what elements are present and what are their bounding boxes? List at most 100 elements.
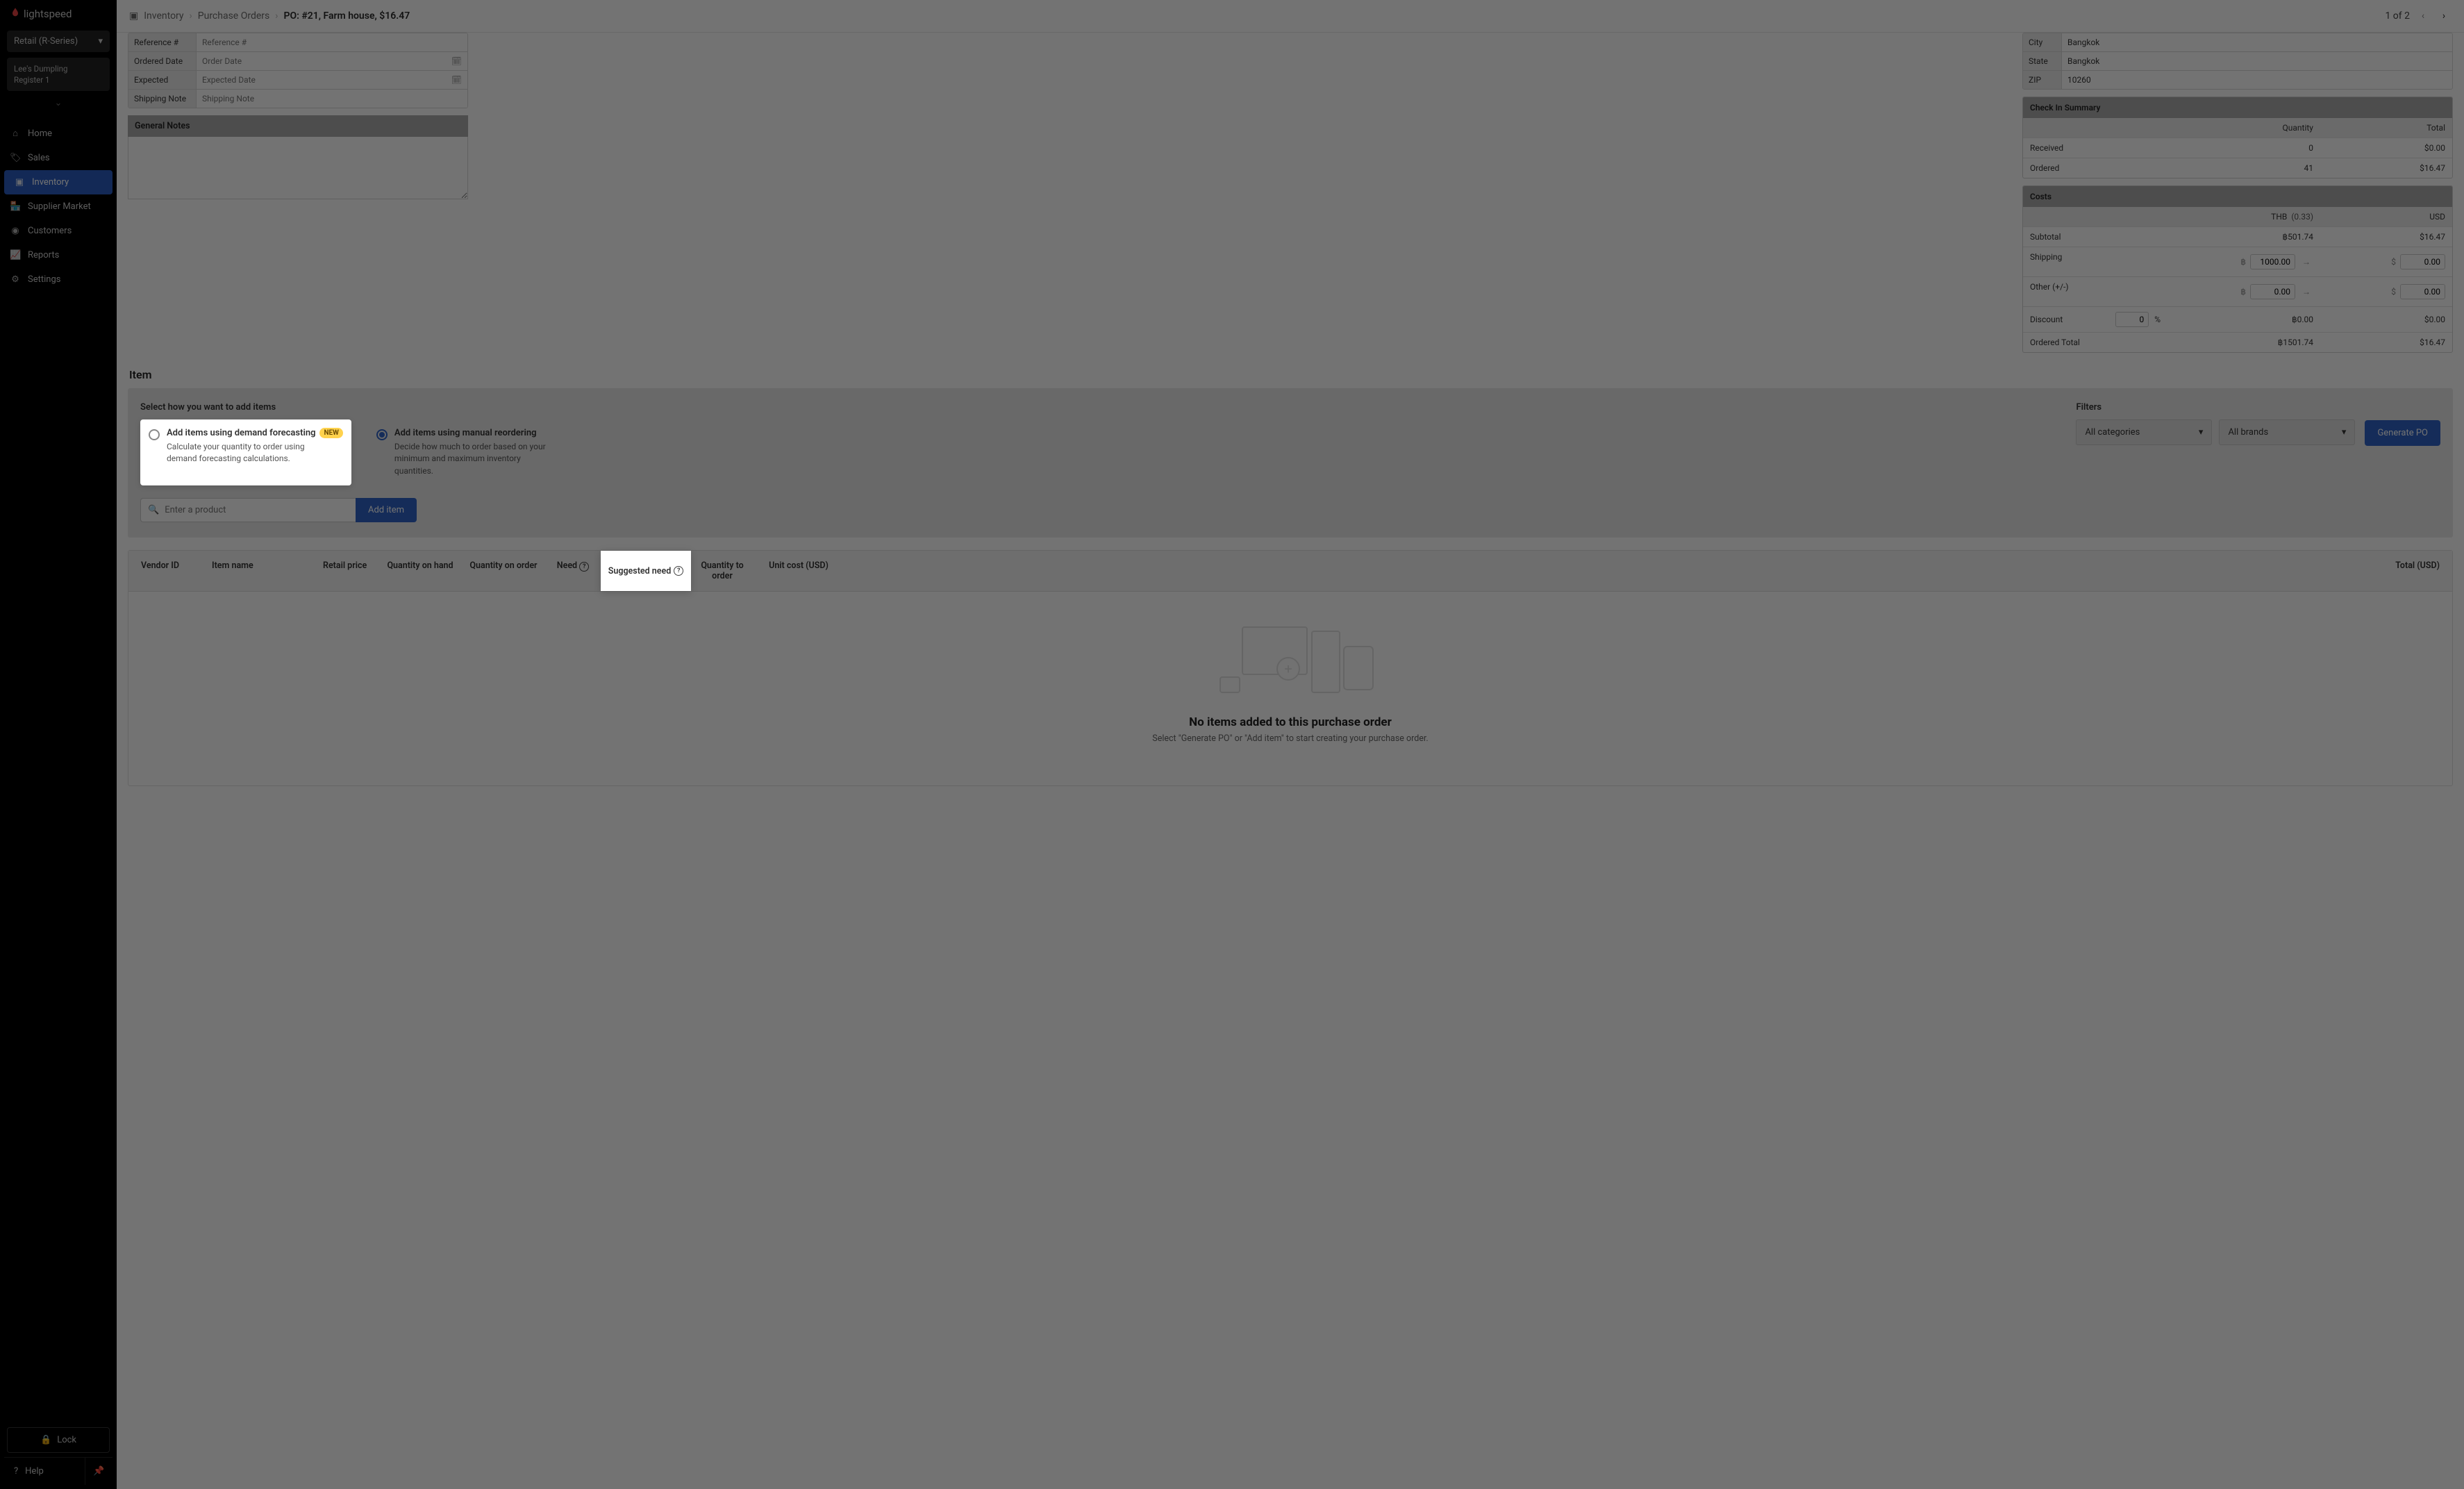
forecast-title: Add items using demand forecasting (167, 428, 315, 438)
nav-supplier-market[interactable]: 🏪Supplier Market (0, 194, 117, 219)
pin-icon: 📌 (93, 1466, 104, 1476)
items-table: Vendor ID Item name Retail price Quantit… (128, 550, 2453, 786)
store-register-block[interactable]: Lee's Dumpling Register 1 (7, 58, 110, 91)
nav-inventory[interactable]: ▣Inventory (4, 170, 113, 194)
box-icon: ▣ (14, 177, 25, 188)
product-search[interactable]: 🔍 (140, 498, 356, 522)
nav-settings[interactable]: ⚙Settings (0, 267, 117, 292)
help-button[interactable]: ?Help (4, 1458, 85, 1485)
empty-subtitle: Select "Generate PO" or "Add item" to st… (142, 733, 2438, 744)
received-qty: 0 (2167, 138, 2320, 158)
storefront-icon: 🏪 (10, 201, 21, 212)
po-fields-table: Reference # Ordered Date 🗓 Expected 🗓 (128, 33, 468, 108)
ordered-date-input[interactable] (202, 56, 462, 66)
retail-selector[interactable]: Retail (R-Series) ▾ (7, 31, 110, 52)
subtotal-usd: $16.47 (2320, 227, 2452, 247)
sidebar-expand-toggle[interactable]: ⌄ (0, 94, 117, 113)
arrow-icon: → (2299, 282, 2313, 301)
lock-button[interactable]: 🔒Lock (7, 1427, 110, 1453)
discount-value-input[interactable] (2115, 312, 2149, 327)
col-suggested-need: Suggested need ? (601, 551, 691, 591)
lock-icon: 🔒 (40, 1435, 51, 1445)
other-usd-input[interactable] (2400, 284, 2445, 299)
discount-usd: $0.00 (2320, 310, 2452, 329)
breadcrumb-purchase-orders[interactable]: Purchase Orders (198, 10, 269, 22)
radio-icon (376, 429, 388, 440)
breadcrumb-box-icon: ▣ (129, 10, 138, 22)
home-icon: ⌂ (10, 128, 21, 139)
col-need: Need ? (545, 551, 601, 591)
thb-label: THB (2271, 212, 2287, 222)
col-qty-on-hand: Quantity on hand (378, 551, 462, 591)
caret-down-icon: ▾ (2342, 427, 2347, 438)
col-unit-cost: Unit cost (USD) (754, 551, 844, 591)
chart-icon: 📈 (10, 250, 21, 260)
dollar-symbol: $ (2385, 257, 2396, 267)
shipping-note-input[interactable] (202, 94, 462, 103)
product-search-input[interactable] (165, 505, 349, 515)
main-nav: ⌂Home 🏷Sales ▣Inventory 🏪Supplier Market… (0, 121, 117, 292)
general-notes-textarea[interactable] (128, 137, 468, 199)
pin-button[interactable]: 📌 (85, 1458, 113, 1485)
checkin-header: Check In Summary (2023, 97, 2452, 118)
add-item-button[interactable]: Add item (356, 498, 417, 522)
thb-rate: (0.33) (2291, 212, 2313, 222)
other-thb-input[interactable] (2250, 284, 2295, 299)
nav-customers[interactable]: ◉Customers (0, 219, 117, 243)
tag-icon: 🏷 (10, 153, 21, 163)
address-table: CityBangkok StateBangkok ZIP10260 (2022, 33, 2453, 90)
breadcrumb: ▣ Inventory › Purchase Orders › PO: #21,… (117, 0, 2464, 33)
filters-label: Filters (2076, 402, 2355, 413)
pager-prev[interactable]: ‹ (2415, 8, 2431, 24)
forecast-desc: Calculate your quantity to order using d… (167, 441, 319, 465)
state-value: Bangkok (2062, 52, 2452, 70)
category-dropdown[interactable]: All categories▾ (2076, 419, 2212, 445)
city-label: City (2023, 33, 2062, 51)
subtotal-label: Subtotal (2023, 227, 2167, 247)
item-section-title: Item (129, 368, 2451, 381)
subtotal-thb: ฿501.74 (2167, 227, 2320, 247)
caret-down-icon: ▾ (98, 36, 103, 47)
generate-po-button[interactable]: Generate PO (2365, 420, 2440, 446)
ordered-total-thb: ฿1501.74 (2167, 333, 2320, 352)
register-name: Register 1 (14, 74, 103, 85)
calendar-icon[interactable]: 🗓 (451, 56, 462, 66)
shipping-thb-input[interactable] (2250, 254, 2295, 269)
flame-icon (10, 7, 21, 21)
pager-next[interactable]: › (2436, 8, 2451, 24)
brand-dropdown[interactable]: All brands▾ (2219, 419, 2355, 445)
shipping-note-label: Shipping Note (128, 90, 197, 108)
dollar-symbol: $ (2385, 287, 2396, 297)
reference-input[interactable] (202, 38, 462, 47)
expected-date-input[interactable] (202, 75, 462, 85)
nav-sales[interactable]: 🏷Sales (0, 146, 117, 170)
brand-logo: lightspeed (0, 0, 117, 28)
plus-icon: + (1276, 657, 1300, 681)
breadcrumb-current: PO: #21, Farm house, $16.47 (283, 10, 410, 22)
calendar-icon[interactable]: 🗓 (451, 75, 462, 85)
arrow-icon: → (2299, 252, 2313, 272)
ordered-date-label: Ordered Date (128, 52, 197, 70)
radio-manual-reordering[interactable]: Add items using manual reordering Decide… (368, 419, 556, 485)
help-icon[interactable]: ? (674, 566, 683, 576)
manual-title: Add items using manual reordering (394, 428, 547, 438)
col-item-name: Item name (205, 551, 316, 591)
breadcrumb-inventory[interactable]: Inventory (144, 10, 183, 22)
other-label: Other (+/-) (2023, 277, 2167, 306)
zip-label: ZIP (2023, 71, 2062, 89)
nav-home[interactable]: ⌂Home (0, 121, 117, 146)
costs-header: Costs (2023, 186, 2452, 207)
add-items-panel: Select how you want to add items Add ite… (128, 388, 2453, 538)
nav-reports[interactable]: 📈Reports (0, 243, 117, 267)
user-icon: ◉ (10, 226, 21, 236)
shipping-usd-input[interactable] (2400, 254, 2445, 269)
city-value: Bangkok (2062, 33, 2452, 51)
caret-down-icon: ▾ (2199, 427, 2204, 438)
radio-demand-forecasting[interactable]: Add items using demand forecastingNEW Ca… (140, 419, 351, 485)
help-icon[interactable]: ? (579, 562, 589, 572)
col-qty-to-order: Quantity to order (691, 551, 754, 591)
received-label: Received (2023, 138, 2167, 158)
ordered-qty: 41 (2167, 158, 2320, 178)
sidebar: lightspeed Retail (R-Series) ▾ Lee's Dum… (0, 0, 117, 1489)
help-icon: ? (14, 1466, 18, 1476)
